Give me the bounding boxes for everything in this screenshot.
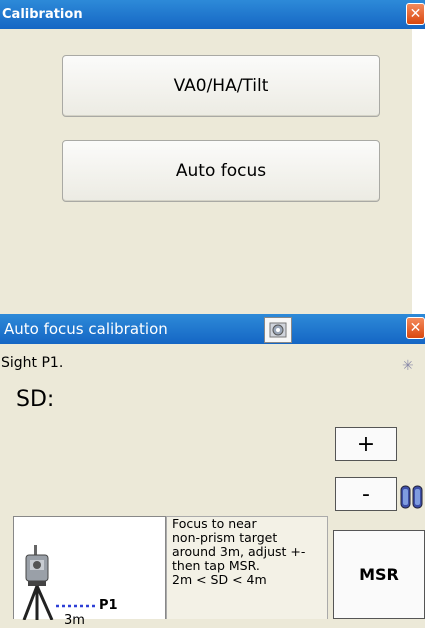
calibration-title: Calibration xyxy=(2,7,83,22)
instruction-line: then tap MSR. xyxy=(172,558,260,573)
instructions-panel: Focus to near non-prism target around 3m… xyxy=(166,516,328,619)
autofocus-close-button[interactable]: ✕ xyxy=(406,317,425,339)
close-icon: ✕ xyxy=(409,320,422,336)
calibration-titlebar: Calibration ✕ xyxy=(0,0,425,29)
instruction-line: 2m < SD < 4m xyxy=(172,572,267,587)
instruction-line: around 3m, adjust +- xyxy=(172,544,306,559)
tilt-sensor-button[interactable] xyxy=(264,317,292,343)
focus-plus-button[interactable]: + xyxy=(335,427,397,461)
autofocus-title: Auto focus calibration xyxy=(4,320,168,338)
calibration-close-button[interactable]: ✕ xyxy=(406,3,425,25)
focus-minus-button[interactable]: - xyxy=(335,477,397,511)
instruction-line: Focus to near xyxy=(172,516,257,531)
distance-label: 3m xyxy=(64,613,85,628)
auto-focus-button[interactable]: Auto focus xyxy=(62,140,380,202)
sight-instruction: Sight P1. xyxy=(1,355,64,371)
battery-icon xyxy=(400,485,423,509)
autofocus-titlebar: Auto focus calibration ✕ xyxy=(0,314,425,344)
focus-diagram: P1 3m xyxy=(13,516,166,628)
instruction-line: non-prism target xyxy=(172,530,278,545)
close-icon: ✕ xyxy=(409,6,422,22)
calibration-side-strip xyxy=(412,29,425,314)
va0-ha-tilt-button[interactable]: VA0/HA/Tilt xyxy=(62,55,380,117)
tilt-sensor-icon xyxy=(269,322,287,338)
sd-label: SD: xyxy=(16,387,55,412)
target-label: P1 xyxy=(99,598,118,613)
msr-button[interactable]: MSR xyxy=(333,530,425,619)
laser-pointer-icon[interactable]: ✳ xyxy=(402,358,414,374)
dashed-line xyxy=(56,604,96,608)
